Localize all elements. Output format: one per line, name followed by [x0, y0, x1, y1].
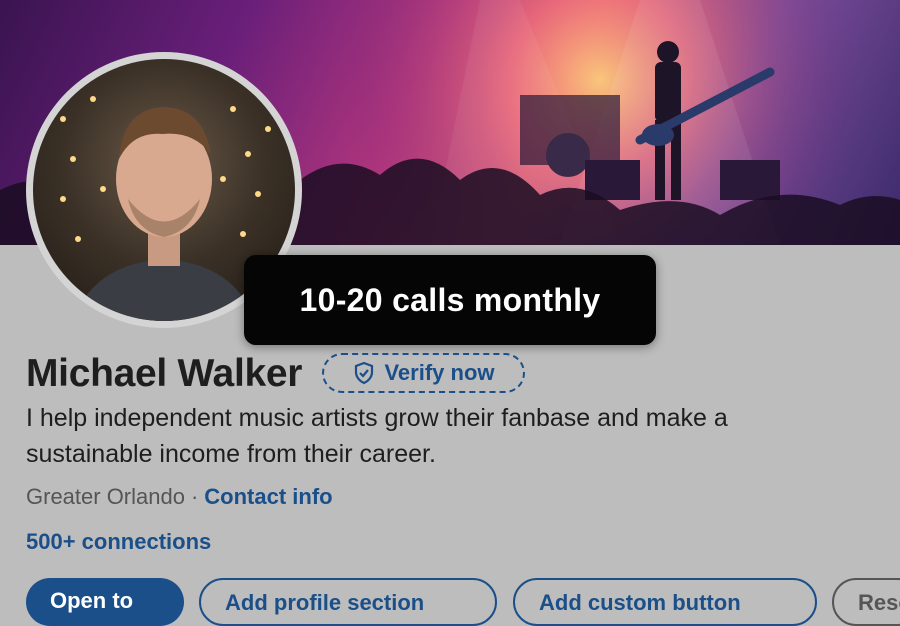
location-row: Greater Orlando · Contact info [26, 484, 333, 510]
profile-name: Michael Walker [26, 352, 303, 395]
verify-now-label: Verify now [384, 360, 495, 385]
shield-check-icon [355, 361, 374, 385]
add-custom-button-button[interactable]: Add custom button [513, 578, 817, 626]
connections-link[interactable]: 500+ connections [26, 529, 211, 555]
profile-headline: I help independent music artists grow th… [26, 404, 728, 468]
more-button[interactable]: Resources [832, 578, 900, 626]
contact-info-link[interactable]: Contact info [204, 484, 332, 509]
separator-dot: · [190, 484, 199, 509]
add-profile-section-button[interactable]: Add profile section [199, 578, 497, 626]
open-to-button[interactable]: Open to [26, 578, 184, 626]
info-tooltip: 10-20 calls monthly [244, 255, 656, 345]
location-text: Greater Orlando [26, 484, 185, 509]
verify-now-button[interactable]: Verify now [322, 353, 525, 393]
